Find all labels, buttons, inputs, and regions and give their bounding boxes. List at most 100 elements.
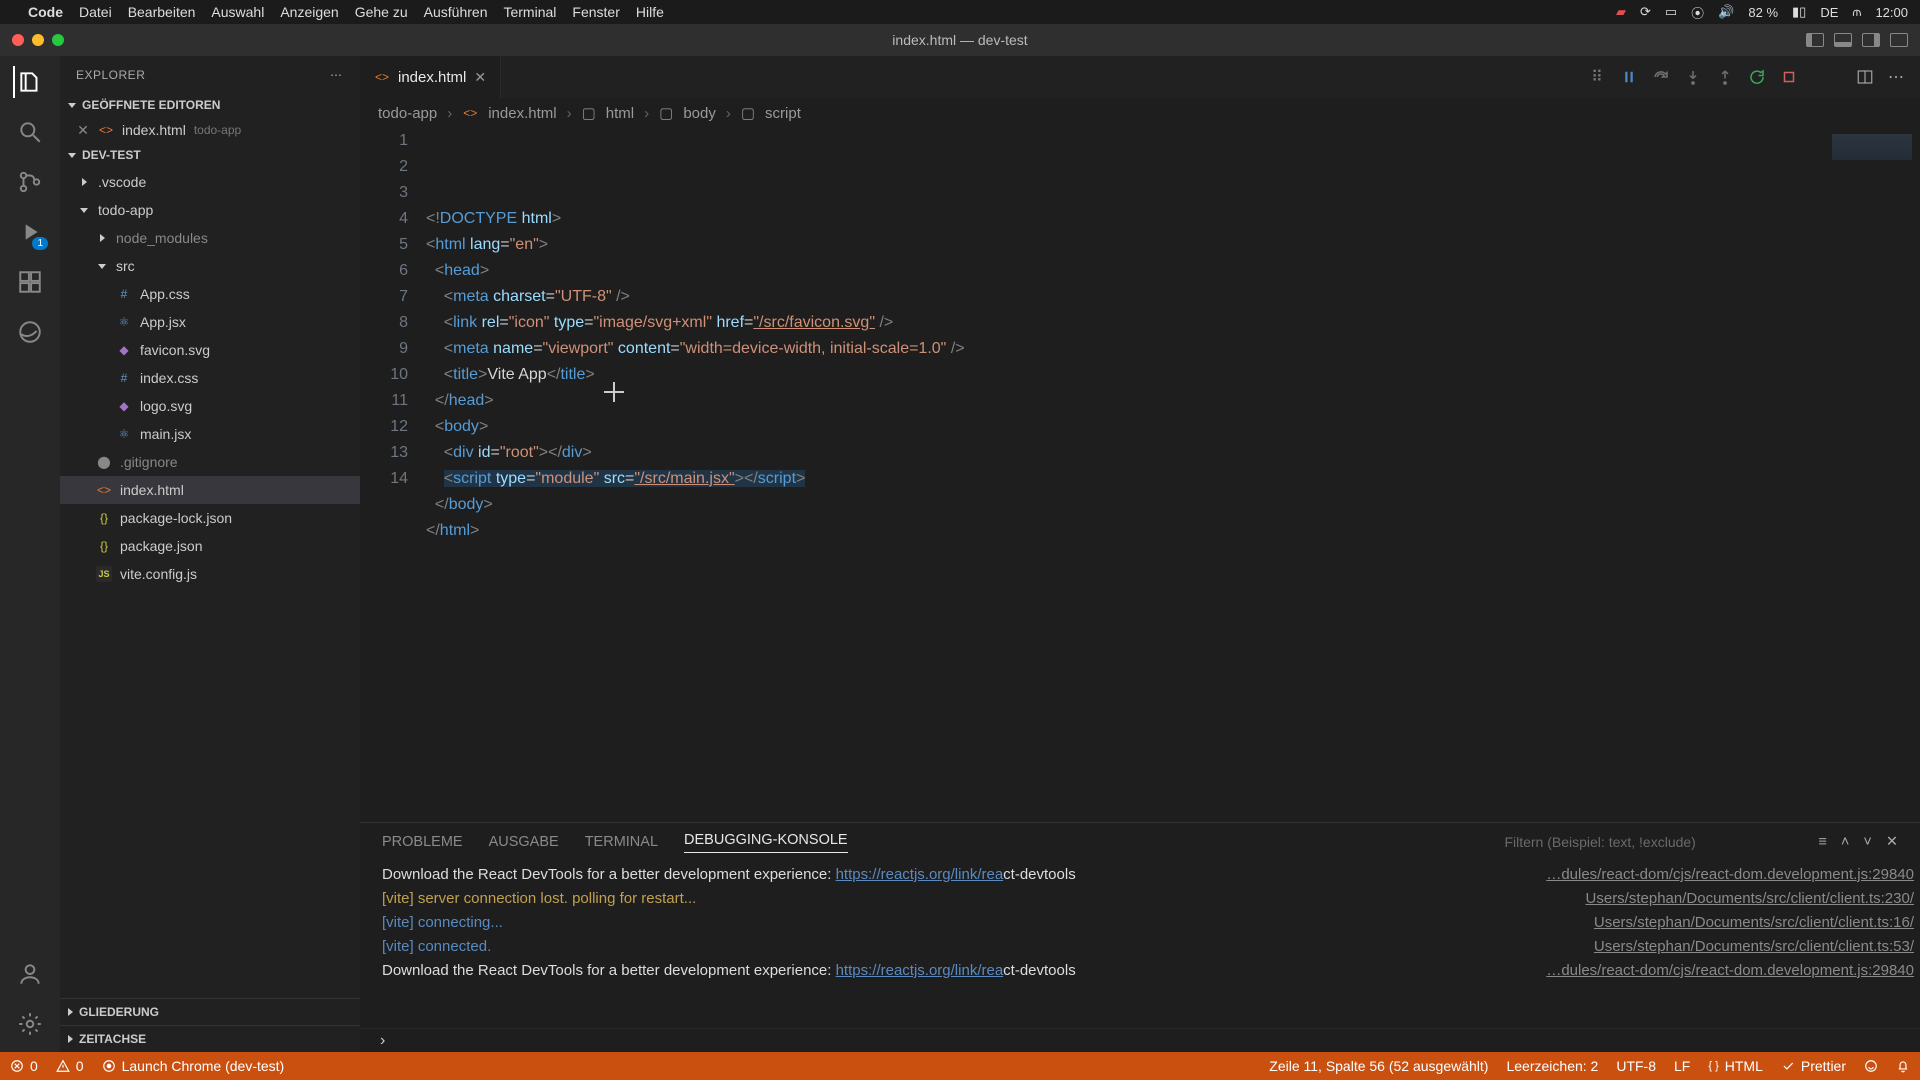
menu-window[interactable]: Fenster (572, 4, 619, 20)
activity-debug[interactable]: 1 (14, 216, 46, 248)
breadcrumb-item[interactable]: html (606, 105, 634, 122)
editor-tab[interactable]: <> index.html ✕ (360, 56, 501, 98)
menu-view[interactable]: Anzeigen (280, 4, 338, 20)
menu-goto[interactable]: Gehe zu (355, 4, 408, 20)
tree-file[interactable]: JSvite.config.js (60, 560, 360, 588)
menu-run[interactable]: Ausführen (424, 4, 488, 20)
status-controlcenter-icon[interactable]: ⫙ (1852, 4, 1861, 20)
panel-tab-terminal[interactable]: TERMINAL (585, 834, 658, 850)
tree-file[interactable]: #index.css (60, 364, 360, 392)
status-encoding[interactable]: UTF-8 (1616, 1058, 1656, 1074)
activity-extensions[interactable] (14, 266, 46, 298)
tree-file[interactable]: ⚛App.jsx (60, 308, 360, 336)
status-cursor-position[interactable]: Zeile 11, Spalte 56 (52 ausgewählt) (1269, 1058, 1488, 1074)
window-title: index.html — dev-test (892, 32, 1027, 48)
panel-tab-output[interactable]: AUSGABE (489, 834, 559, 850)
debug-pause-icon[interactable] (1620, 68, 1638, 86)
open-editors-header[interactable]: GEÖFFNETE EDITOREN (60, 94, 360, 116)
app-name[interactable]: Code (28, 4, 63, 20)
breadcrumb-item[interactable]: script (765, 105, 801, 122)
status-battery-icon[interactable]: ▮▯ (1792, 4, 1806, 20)
open-editor-item[interactable]: ✕ <> index.html todo-app (60, 116, 360, 144)
status-indent[interactable]: Leerzeichen: 2 (1506, 1058, 1598, 1074)
tree-file[interactable]: {}package.json (60, 532, 360, 560)
tree-file[interactable]: ⬤.gitignore (60, 448, 360, 476)
debug-stop-icon[interactable] (1780, 68, 1798, 86)
tree-file[interactable]: ◆favicon.svg (60, 336, 360, 364)
activity-settings[interactable] (14, 1008, 46, 1040)
status-launch-config[interactable]: Launch Chrome (dev-test) (102, 1058, 285, 1074)
status-prettier[interactable]: Prettier (1781, 1058, 1846, 1074)
menu-help[interactable]: Hilfe (636, 4, 664, 20)
code-editor[interactable]: 1234567891011121314 <!DOCTYPE html><html… (360, 128, 1920, 822)
tree-folder-src[interactable]: src (60, 252, 360, 280)
tree-file-index-html[interactable]: <>index.html (60, 476, 360, 504)
code-content[interactable]: <!DOCTYPE html><html lang="en"> <head> <… (426, 128, 1810, 822)
debug-console-output[interactable]: Download the React DevTools for a better… (360, 861, 1920, 1028)
outline-section[interactable]: GLIEDERUNG (60, 998, 360, 1025)
close-tab-icon[interactable]: ✕ (474, 69, 486, 86)
explorer-more-icon[interactable]: ⋯ (330, 68, 344, 82)
status-volume-icon[interactable]: 🔊 (1718, 4, 1734, 20)
panel-minimize-icon[interactable]: ˅ (1863, 834, 1871, 850)
traffic-lights[interactable] (12, 34, 64, 46)
status-eol[interactable]: LF (1674, 1058, 1690, 1074)
status-display-icon[interactable]: ▭ (1665, 4, 1677, 20)
menu-terminal[interactable]: Terminal (503, 4, 556, 20)
breadcrumb-item[interactable]: index.html (488, 105, 556, 122)
debug-console-input[interactable]: › (360, 1028, 1920, 1052)
window-titlebar[interactable]: index.html — dev-test (0, 24, 1920, 56)
status-language[interactable]: { } HTML (1708, 1058, 1763, 1074)
tree-file[interactable]: ◆logo.svg (60, 392, 360, 420)
panel-tab-debug-console[interactable]: DEBUGGING-KONSOLE (684, 832, 848, 853)
activity-account[interactable] (14, 958, 46, 990)
minimap[interactable] (1810, 128, 1920, 822)
close-window-icon[interactable] (12, 34, 24, 46)
tree-file[interactable]: ⚛main.jsx (60, 420, 360, 448)
menu-edit[interactable]: Bearbeiten (128, 4, 196, 20)
activity-edge[interactable] (14, 316, 46, 348)
debug-stepinto-icon[interactable] (1684, 68, 1702, 86)
minimize-window-icon[interactable] (32, 34, 44, 46)
status-warnings[interactable]: 0 (56, 1058, 84, 1074)
debug-drag-handle-icon[interactable]: ⠿ (1588, 68, 1606, 86)
activity-search[interactable] (14, 116, 46, 148)
status-sync-icon[interactable]: ⟳ (1640, 4, 1651, 20)
status-record-icon[interactable]: ▰ (1616, 4, 1626, 20)
status-wifi-icon[interactable]: ⦿ (1691, 3, 1704, 22)
tree-folder-vscode[interactable]: .vscode (60, 168, 360, 196)
layout-panel-bottom-icon[interactable] (1834, 33, 1852, 47)
menu-select[interactable]: Auswahl (211, 4, 264, 20)
layout-sidebar-right-icon[interactable] (1862, 33, 1880, 47)
tree-folder-node-modules[interactable]: node_modules (60, 224, 360, 252)
debug-stepout-icon[interactable] (1716, 68, 1734, 86)
tree-folder-todo-app[interactable]: todo-app (60, 196, 360, 224)
debug-stepover-icon[interactable] (1652, 68, 1670, 86)
panel-filter-input[interactable] (1504, 834, 1804, 850)
breadcrumbs[interactable]: todo-app› <> index.html› ▢ html› ▢ body›… (360, 98, 1920, 128)
layout-sidebar-left-icon[interactable] (1806, 33, 1824, 47)
activity-scm[interactable] (14, 166, 46, 198)
status-errors[interactable]: 0 (10, 1058, 38, 1074)
panel-filter-icon[interactable]: ≡ (1818, 834, 1826, 850)
split-editor-icon[interactable] (1856, 68, 1874, 86)
breadcrumb-item[interactable]: todo-app (378, 105, 437, 122)
breadcrumb-item[interactable]: body (683, 105, 716, 122)
layout-customize-icon[interactable] (1890, 33, 1908, 47)
timeline-section[interactable]: ZEITACHSE (60, 1025, 360, 1052)
close-editor-icon[interactable]: ✕ (76, 122, 90, 139)
tree-file[interactable]: {}package-lock.json (60, 504, 360, 532)
zoom-window-icon[interactable] (52, 34, 64, 46)
panel-maximize-icon[interactable]: ˄ (1841, 834, 1849, 850)
panel-close-icon[interactable]: ✕ (1886, 834, 1898, 850)
panel-tab-problems[interactable]: PROBLEME (382, 834, 463, 850)
editor-more-icon[interactable]: ⋯ (1888, 67, 1906, 87)
menu-file[interactable]: Datei (79, 4, 112, 20)
tree-file[interactable]: #App.css (60, 280, 360, 308)
activity-explorer[interactable] (13, 66, 45, 98)
workspace-header[interactable]: DEV-TEST (60, 144, 360, 166)
status-bell-icon[interactable] (1896, 1059, 1910, 1073)
status-feedback-icon[interactable] (1864, 1059, 1878, 1073)
status-input-lang[interactable]: DE (1820, 5, 1838, 20)
debug-restart-icon[interactable] (1748, 68, 1766, 86)
